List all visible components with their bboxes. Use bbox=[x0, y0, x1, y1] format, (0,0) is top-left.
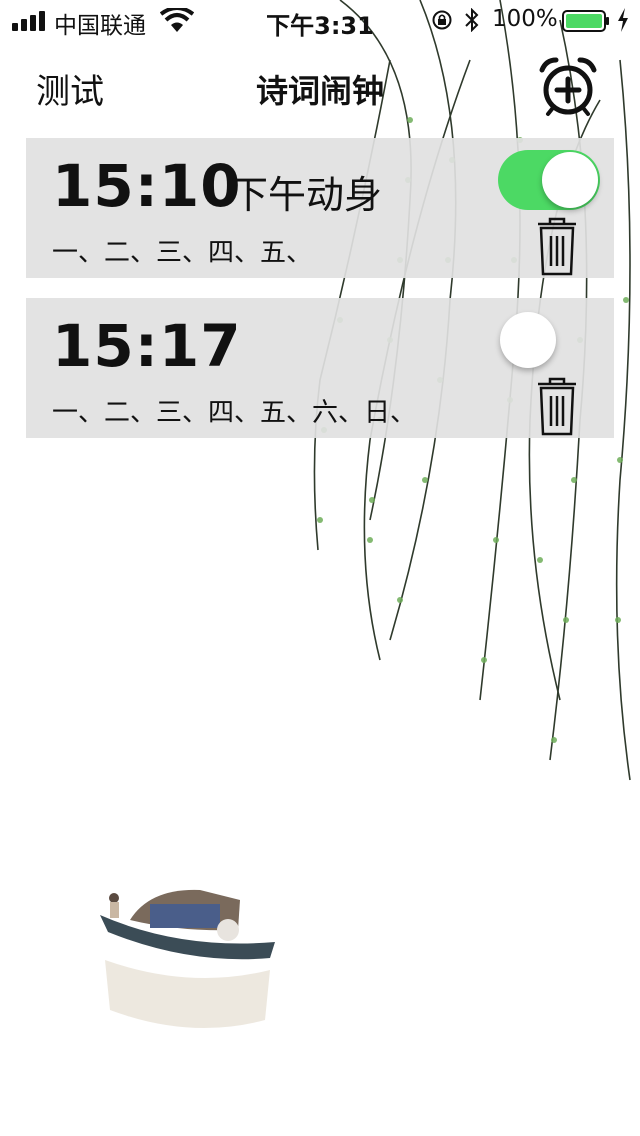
battery-icon bbox=[562, 10, 609, 32]
alarm-toggle[interactable] bbox=[498, 150, 600, 210]
alarm-repeat-days: 一、二、三、四、五、六、日、 bbox=[52, 398, 417, 428]
alarm-time: 15:17 bbox=[52, 312, 242, 380]
alarm-row[interactable]: 15:17 一、二、三、四、五、六、日、 bbox=[26, 298, 614, 438]
boat-image bbox=[100, 889, 275, 1028]
alarm-label: 下午动身 bbox=[230, 173, 383, 217]
delete-trash-icon[interactable] bbox=[534, 376, 580, 438]
alarm-toggle[interactable] bbox=[498, 310, 600, 370]
alarm-repeat-days: 一、二、三、四、五、 bbox=[52, 238, 313, 268]
delete-trash-icon[interactable] bbox=[534, 216, 580, 278]
alarm-add-icon[interactable] bbox=[536, 54, 600, 118]
bluetooth-icon bbox=[465, 8, 479, 32]
rotation-lock-icon bbox=[432, 10, 452, 30]
alarm-row[interactable]: 15:10 下午动身 一、二、三、四、五、 bbox=[26, 138, 614, 278]
battery-percent: 100% bbox=[492, 6, 558, 32]
charging-bolt-icon bbox=[618, 8, 628, 32]
status-bar: 中国联通 下午3:31 100% bbox=[0, 0, 640, 40]
toggle-knob bbox=[542, 152, 598, 208]
alarm-time: 15:10 bbox=[52, 152, 242, 220]
toggle-knob bbox=[500, 312, 556, 368]
nav-bar: 测试 诗词闹钟 bbox=[0, 44, 640, 128]
